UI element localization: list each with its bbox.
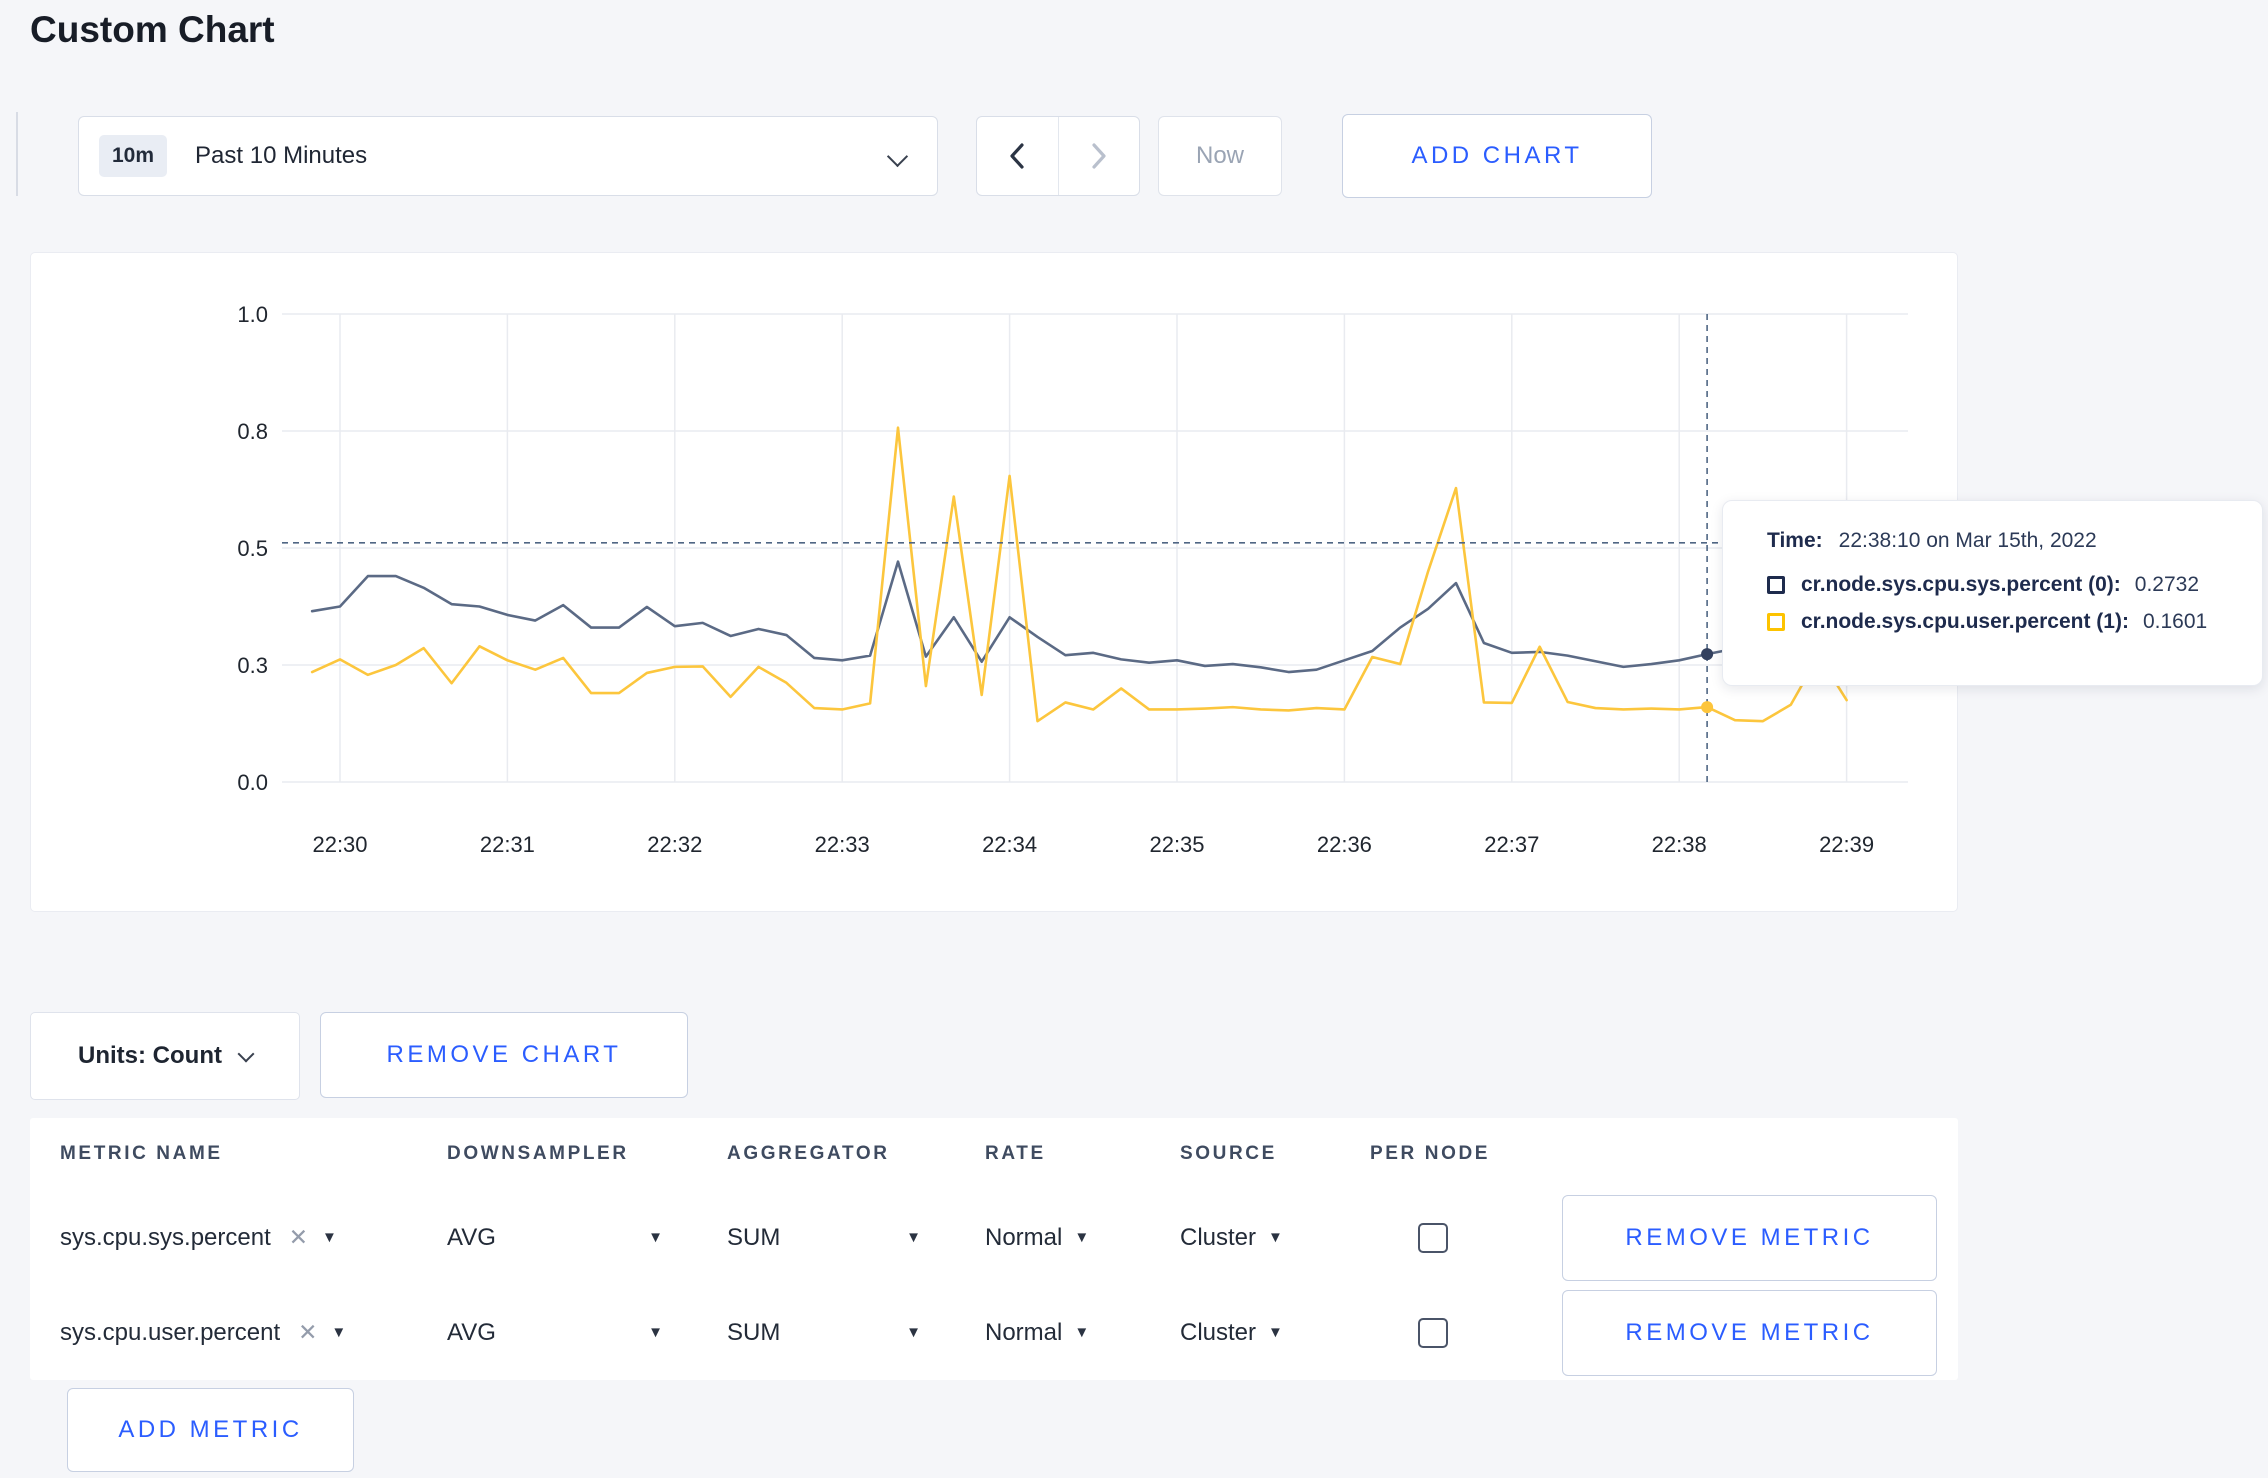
header-rate: RATE <box>985 1143 1046 1164</box>
series-1-swatch-icon <box>1767 613 1785 631</box>
rate-select[interactable]: Normal ▼ <box>955 1224 1150 1252</box>
caret-down-icon: ▼ <box>648 1324 663 1341</box>
source-value: Cluster <box>1180 1223 1257 1251</box>
downsampler-select[interactable]: AVG ▼ <box>417 1224 697 1252</box>
time-range-label: Past 10 Minutes <box>195 142 368 169</box>
caret-down-icon: ▼ <box>331 1324 347 1341</box>
row-actions: REMOVE METRIC <box>1532 1289 1958 1376</box>
chevron-down-icon <box>886 145 909 168</box>
caret-down-icon: ▼ <box>322 1229 337 1246</box>
header-per-node: PER NODE <box>1370 1143 1491 1164</box>
rate-value: Normal <box>985 1223 1063 1251</box>
metric-name-select[interactable]: sys.cpu.sys.percent ✕ ▼ <box>30 1224 417 1252</box>
downsampler-value: AVG <box>447 1223 496 1251</box>
table-row: sys.cpu.sys.percent ✕ ▼ AVG ▼ SUM ▼ Norm… <box>30 1190 1958 1285</box>
metric-name-value: sys.cpu.user.percent <box>60 1318 281 1346</box>
chart-card <box>30 252 1958 912</box>
time-range-select[interactable]: 10m Past 10 Minutes <box>78 116 938 196</box>
source-select[interactable]: Cluster ▼ <box>1150 1319 1340 1347</box>
caret-down-icon: ▼ <box>1268 1324 1283 1341</box>
header-downsampler: DOWNSAMPLER <box>447 1143 629 1164</box>
add-chart-button[interactable]: ADD CHART <box>1342 114 1652 198</box>
per-node-checkbox[interactable] <box>1418 1317 1448 1348</box>
series-1-name: cr.node.sys.cpu.user.percent (1): <box>1801 610 2129 633</box>
series-1-value: 0.1601 <box>2142 610 2208 633</box>
remove-metric-button[interactable]: REMOVE METRIC <box>1562 1194 1937 1281</box>
prev-time-button[interactable] <box>977 117 1058 195</box>
chevron-right-icon <box>1092 143 1106 169</box>
toolbar-left-divider <box>16 112 18 196</box>
source-select[interactable]: Cluster ▼ <box>1150 1224 1340 1252</box>
caret-down-icon: ▼ <box>1074 1229 1090 1246</box>
aggregator-value: SUM <box>727 1318 781 1346</box>
aggregator-value: SUM <box>727 1223 781 1251</box>
metric-name-select[interactable]: sys.cpu.user.percent ✕ ▼ <box>30 1319 417 1347</box>
chart-tooltip: Time: 22:38:10 on Mar 15th, 2022 cr.node.… <box>1722 500 2263 686</box>
caret-down-icon: ▼ <box>906 1324 921 1341</box>
time-range-badge: 10m <box>99 135 168 177</box>
add-metric-button[interactable]: ADD METRIC <box>67 1388 354 1472</box>
tooltip-series-row: cr.node.sys.cpu.sys.percent (0): 0.2732 <box>1767 573 2262 597</box>
page-title: Custom Chart <box>30 9 275 50</box>
remove-metric-button[interactable]: REMOVE METRIC <box>1562 1289 1937 1376</box>
time-nav-group <box>976 116 1140 196</box>
tooltip-time-label: Time: <box>1767 529 1823 552</box>
row-actions: REMOVE METRIC <box>1532 1194 1958 1281</box>
series-0-name: cr.node.sys.cpu.sys.percent (0): <box>1801 573 2121 596</box>
series-0-value: 0.2732 <box>2134 573 2200 596</box>
remove-chart-button[interactable]: REMOVE CHART <box>320 1012 688 1098</box>
metrics-table: METRIC NAME DOWNSAMPLER AGGREGATOR RATE … <box>30 1118 1958 1380</box>
header-aggregator: AGGREGATOR <box>727 1143 890 1164</box>
per-node-cell <box>1340 1317 1532 1348</box>
clear-metric-icon[interactable]: ✕ <box>298 1319 317 1346</box>
downsampler-select[interactable]: AVG ▼ <box>417 1319 697 1347</box>
header-metric-name: METRIC NAME <box>60 1143 223 1164</box>
units-label: Units: Count <box>78 1042 222 1069</box>
now-button[interactable]: Now <box>1158 116 1282 196</box>
tooltip-time: Time: 22:38:10 on Mar 15th, 2022 <box>1767 529 2262 553</box>
caret-down-icon: ▼ <box>1074 1324 1090 1341</box>
units-select[interactable]: Units: Count <box>30 1012 300 1100</box>
per-node-cell <box>1340 1222 1532 1253</box>
metric-name-value: sys.cpu.sys.percent <box>60 1223 271 1251</box>
rate-select[interactable]: Normal ▼ <box>955 1319 1150 1347</box>
tooltip-time-value: 22:38:10 on Mar 15th, 2022 <box>1838 529 2097 552</box>
custom-chart-page: Custom Chart 10m Past 10 Minutes Now ADD… <box>0 0 2268 1478</box>
rate-value: Normal <box>985 1318 1063 1346</box>
source-value: Cluster <box>1180 1318 1257 1346</box>
downsampler-value: AVG <box>447 1318 496 1346</box>
header-source: SOURCE <box>1180 1143 1277 1164</box>
series-0-swatch-icon <box>1767 576 1785 594</box>
chevron-down-icon <box>237 1045 255 1063</box>
per-node-checkbox[interactable] <box>1418 1222 1448 1253</box>
caret-down-icon: ▼ <box>648 1229 663 1246</box>
caret-down-icon: ▼ <box>1268 1229 1283 1246</box>
caret-down-icon: ▼ <box>906 1229 921 1246</box>
table-row: sys.cpu.user.percent ✕ ▼ AVG ▼ SUM ▼ Nor… <box>30 1285 1958 1380</box>
clear-metric-icon[interactable]: ✕ <box>289 1224 308 1251</box>
tooltip-series-row: cr.node.sys.cpu.user.percent (1): 0.1601 <box>1767 610 2262 634</box>
chevron-left-icon <box>1010 143 1024 169</box>
aggregator-select[interactable]: SUM ▼ <box>697 1319 955 1347</box>
aggregator-select[interactable]: SUM ▼ <box>697 1224 955 1252</box>
metrics-table-header: METRIC NAME DOWNSAMPLER AGGREGATOR RATE … <box>30 1118 1958 1190</box>
next-time-button[interactable] <box>1057 117 1140 195</box>
